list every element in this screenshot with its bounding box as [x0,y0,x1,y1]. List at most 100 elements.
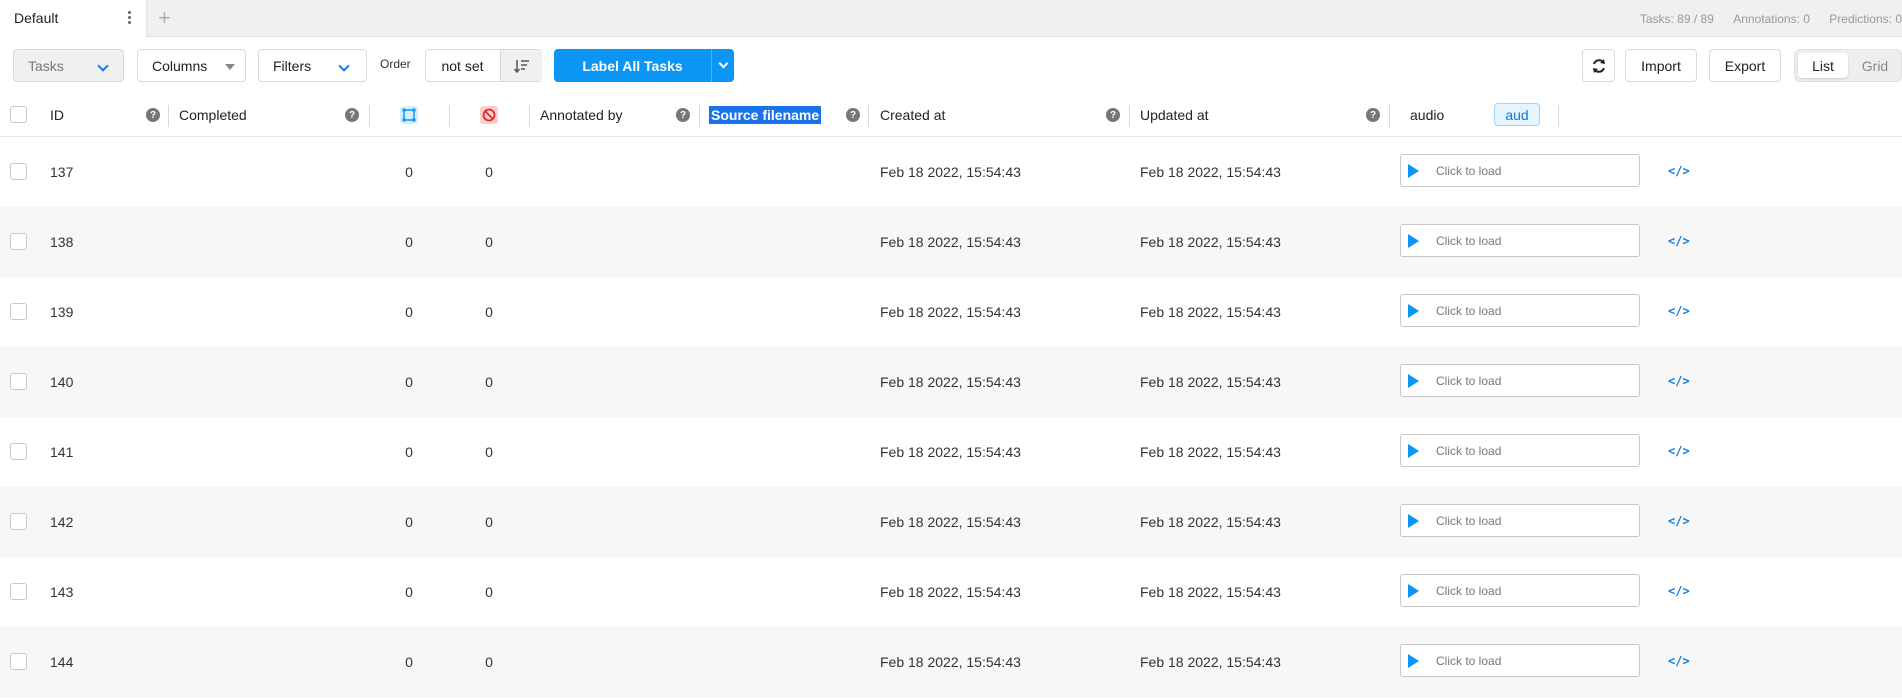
code-icon[interactable]: </> [1668,164,1690,178]
refresh-button[interactable] [1582,49,1615,82]
header-completed[interactable]: Completed [179,93,247,137]
help-icon[interactable]: ? [676,108,690,122]
caret-down-icon [225,64,235,70]
export-button[interactable]: Export [1709,49,1781,82]
audio-player[interactable]: Click to load [1400,154,1640,187]
audio-player[interactable]: Click to load [1400,364,1640,397]
chevron-down-icon [718,58,728,69]
row-checkbox[interactable] [10,163,27,180]
table-row[interactable]: 142 0 0 Feb 18 2022, 15:54:43 Feb 18 202… [0,487,1902,557]
column-divider[interactable] [1558,105,1559,127]
label-options-toggle[interactable] [711,49,734,82]
sort-direction-icon[interactable] [500,50,542,81]
play-icon[interactable] [1408,164,1419,178]
code-icon[interactable]: </> [1668,304,1690,318]
play-icon[interactable] [1408,234,1419,248]
table-row[interactable]: 140 0 0 Feb 18 2022, 15:54:43 Feb 18 202… [0,347,1902,417]
code-icon[interactable]: </> [1668,654,1690,668]
row-checkbox[interactable] [10,513,27,530]
row-checkbox[interactable] [10,443,27,460]
header-total-annotations[interactable] [400,93,418,137]
label-all-tasks-button[interactable]: Label All Tasks [554,49,734,82]
table-row[interactable]: 144 0 0 Feb 18 2022, 15:54:43 Feb 18 202… [0,627,1902,697]
help-icon[interactable]: ? [1366,108,1380,122]
column-divider[interactable] [1129,105,1130,127]
cell-annotations: 0 [405,514,413,530]
table-row[interactable]: 138 0 0 Feb 18 2022, 15:54:43 Feb 18 202… [0,207,1902,277]
view-list-option[interactable]: List [1798,53,1848,78]
header-annotated-by[interactable]: Annotated by [540,93,623,137]
column-divider[interactable] [529,105,530,127]
column-divider[interactable] [449,105,450,127]
play-icon[interactable] [1408,654,1419,668]
header-source-filename[interactable]: Source filename [709,93,822,137]
cell-created-at: Feb 18 2022, 15:54:43 [880,654,1021,670]
cell-id: 140 [50,374,74,390]
columns-label: Columns [152,57,208,74]
tasks-dropdown[interactable]: Tasks [13,49,124,82]
cell-updated-at: Feb 18 2022, 15:54:43 [1140,584,1281,600]
table-row[interactable]: 137 0 0 Feb 18 2022, 15:54:43 Feb 18 202… [0,137,1902,207]
play-icon[interactable] [1408,304,1419,318]
audio-placeholder: Click to load [1436,444,1502,458]
column-divider[interactable] [168,105,169,127]
row-checkbox[interactable] [10,233,27,250]
code-icon[interactable]: </> [1668,514,1690,528]
row-checkbox[interactable] [10,583,27,600]
cell-annotations: 0 [405,584,413,600]
header-created-at[interactable]: Created at [880,93,945,137]
help-icon[interactable]: ? [846,108,860,122]
import-button[interactable]: Import [1625,49,1697,82]
columns-button[interactable]: Columns [137,49,246,82]
table-row[interactable]: 139 0 0 Feb 18 2022, 15:54:43 Feb 18 202… [0,277,1902,347]
add-tab-button[interactable]: + [158,5,171,31]
audio-player[interactable]: Click to load [1400,644,1640,677]
cell-annotations: 0 [405,234,413,250]
cell-annotations: 0 [405,654,413,670]
table-row[interactable]: 143 0 0 Feb 18 2022, 15:54:43 Feb 18 202… [0,557,1902,627]
tasks-label: Tasks [28,57,64,74]
column-divider[interactable] [868,105,869,127]
row-checkbox[interactable] [10,653,27,670]
play-icon[interactable] [1408,584,1419,598]
audio-player[interactable]: Click to load [1400,434,1640,467]
view-grid-option[interactable]: Grid [1851,53,1899,78]
table-row[interactable]: 141 0 0 Feb 18 2022, 15:54:43 Feb 18 202… [0,417,1902,487]
cell-created-at: Feb 18 2022, 15:54:43 [880,514,1021,530]
column-divider[interactable] [369,105,370,127]
audio-player[interactable]: Click to load [1400,504,1640,537]
header-cancelled-annotations[interactable] [480,93,498,137]
cancelled-icon [480,106,498,124]
code-icon[interactable]: </> [1668,444,1690,458]
header-id[interactable]: ID [50,93,64,137]
audio-player[interactable]: Click to load [1400,294,1640,327]
column-divider[interactable] [699,105,700,127]
select-all-checkbox[interactable] [10,106,27,123]
audio-player[interactable]: Click to load [1400,224,1640,257]
row-checkbox[interactable] [10,303,27,320]
help-icon[interactable]: ? [1106,108,1120,122]
play-icon[interactable] [1408,444,1419,458]
help-icon[interactable]: ? [345,108,359,122]
tab-menu-icon[interactable] [124,9,134,29]
order-selector[interactable]: not set [425,49,542,82]
code-icon[interactable]: </> [1668,374,1690,388]
help-icon[interactable]: ? [146,108,160,122]
cell-id: 138 [50,234,74,250]
tab-default[interactable]: Default [0,0,147,38]
header-updated-at[interactable]: Updated at [1140,93,1209,137]
audio-player[interactable]: Click to load [1400,574,1640,607]
toolbar: Tasks Columns Filters Order not set Labe… [0,37,1902,91]
cell-annotations: 0 [405,164,413,180]
code-icon[interactable]: </> [1668,234,1690,248]
audio-placeholder: Click to load [1436,164,1502,178]
filters-button[interactable]: Filters [258,49,367,82]
code-icon[interactable]: </> [1668,584,1690,598]
row-checkbox[interactable] [10,373,27,390]
column-divider[interactable] [1389,105,1390,127]
chevron-down-icon [338,60,350,72]
play-icon[interactable] [1408,514,1419,528]
header-audio[interactable]: audio [1410,93,1444,137]
order-value: not set [441,57,484,74]
play-icon[interactable] [1408,374,1419,388]
